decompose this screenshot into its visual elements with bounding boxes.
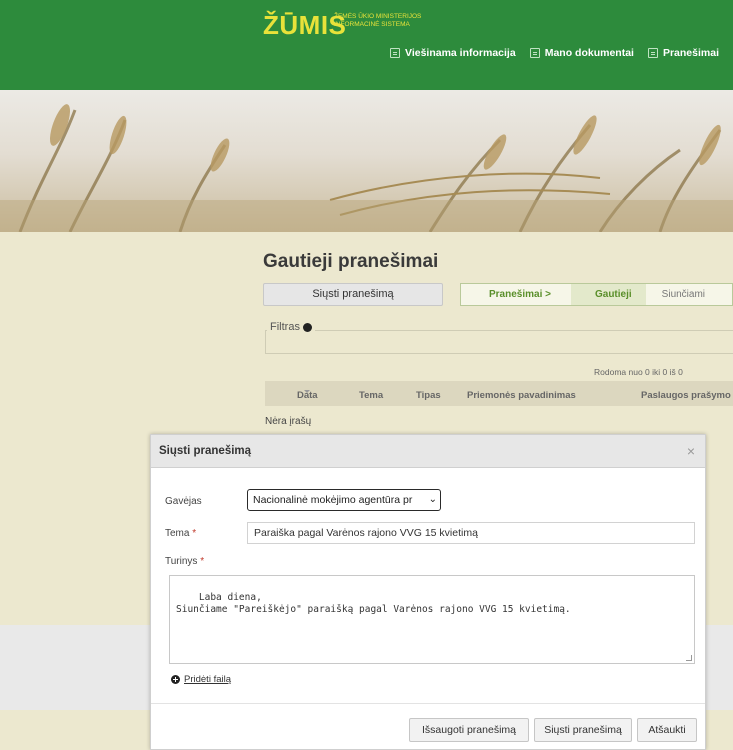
plus-circle-icon (171, 675, 180, 684)
attach-file-label: Pridėti failą (184, 674, 231, 685)
nav-my-documents-label: Mano dokumentai (544, 47, 634, 59)
recipient-select[interactable]: Nacionalinė mokėjimo agentūra pr ⌄ (247, 489, 441, 511)
page-title: Gautieji pranešimai (263, 251, 439, 272)
empty-table-text: Nėra įrašų (265, 416, 312, 427)
recipient-select-value: Nacionalinė mokėjimo agentūra pr (253, 494, 413, 506)
document-icon (390, 48, 400, 58)
body-label-text: Turinys (165, 556, 198, 567)
recipient-label: Gavėjas (165, 496, 202, 507)
send-button[interactable]: Siųsti pranešimą (534, 718, 632, 742)
chevron-down-icon: ⌄ (428, 494, 437, 505)
filter-legend[interactable]: Filtras (267, 321, 315, 333)
dialog-footer: Išsaugoti pranešimą Siųsti pranešimą Atš… (151, 703, 705, 750)
column-header-measure[interactable]: Priemonės pavadinimas (467, 390, 576, 401)
message-body-textarea[interactable]: Laba diena, Siunčiame "Pareiškėjo" parai… (169, 575, 695, 664)
message-body-text: Laba diena, Siunčiame "Pareiškėjo" parai… (176, 592, 571, 615)
tab-inbox[interactable]: Gautieji (570, 284, 646, 305)
dialog-title: Siųsti pranešimą (159, 445, 252, 457)
send-message-button[interactable]: Siųsti pranešimą (263, 283, 443, 306)
column-header-type[interactable]: Tipas (416, 390, 441, 401)
filter-label: Filtras (270, 321, 300, 333)
subject-label: Tema * (165, 528, 196, 539)
required-mark: * (192, 528, 197, 539)
wheat-banner (0, 90, 733, 232)
logo-subtitle-line1: ŽEMĖS ŪKIO MINISTERIJOS (334, 13, 422, 20)
info-icon[interactable] (302, 322, 312, 332)
results-count: Rodoma nuo 0 iki 0 iš 0 (594, 367, 683, 377)
column-header-service-request[interactable]: Paslaugos prašymo (641, 390, 731, 401)
attach-file-link[interactable]: Pridėti failą (171, 674, 231, 685)
nav-my-documents[interactable]: Mano dokumentai (529, 47, 634, 59)
table-header: Data Tema Tipas Priemonės pavadinimas Pa… (265, 381, 733, 406)
site-header: ŽŪMIS ŽEMĖS ŪKIO MINISTERIJOS INFORMACIN… (0, 0, 733, 90)
filter-box (265, 330, 733, 354)
close-icon[interactable]: × (687, 443, 695, 459)
top-navigation: Viešinama informacija Mano dokumentai Pr… (390, 47, 719, 59)
required-mark: * (200, 556, 205, 567)
tab-sent[interactable]: Siunčiami (646, 289, 705, 300)
nav-public-info[interactable]: Viešinama informacija (390, 47, 516, 59)
wheat-illustration (0, 104, 733, 232)
message-tabs: Pranešimai > Gautieji Siunčiami (460, 283, 733, 306)
nav-messages[interactable]: Pranešimai (647, 47, 720, 59)
resize-handle-icon[interactable] (686, 655, 692, 661)
dialog-header: Siųsti pranešimą × (151, 435, 705, 468)
envelope-icon (647, 48, 658, 58)
logo-subtitle-line2: INFORMACINĖ SISTEMA (334, 21, 410, 28)
subject-label-text: Tema (165, 528, 190, 539)
document-icon (529, 48, 540, 58)
logo-subtitle: ŽEMĖS ŪKIO MINISTERIJOS INFORMACINĖ SIST… (334, 13, 421, 29)
column-header-subject[interactable]: Tema (359, 390, 383, 401)
cancel-button[interactable]: Atšaukti (637, 718, 697, 742)
tab-messages[interactable]: Pranešimai > (461, 289, 551, 300)
nav-public-info-label: Viešinama informacija (405, 47, 516, 59)
column-header-date[interactable]: Data (297, 390, 318, 401)
send-message-dialog: Siųsti pranešimą × Gavėjas Nacionalinė m… (150, 434, 706, 750)
save-message-button[interactable]: Išsaugoti pranešimą (409, 718, 529, 742)
body-label: Turinys * (165, 556, 204, 567)
nav-messages-label: Pranešimai (662, 47, 720, 59)
subject-input[interactable]: Paraiška pagal Varėnos rajono VVG 15 kvi… (247, 522, 695, 544)
